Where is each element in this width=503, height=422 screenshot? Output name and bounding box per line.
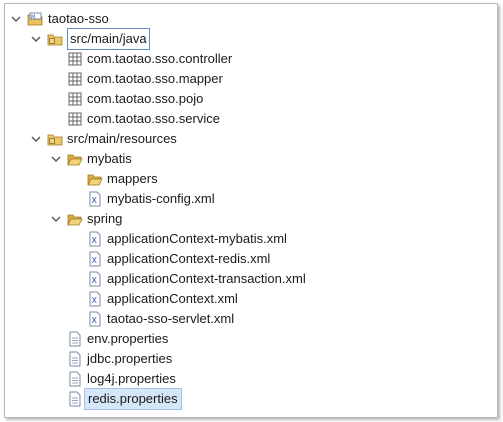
tree-item-folder-mybatis[interactable]: mybatis bbox=[5, 149, 497, 169]
package-label: com.taotao.sso.controller bbox=[87, 51, 233, 66]
tree-item-file[interactable]: jdbc.properties bbox=[5, 349, 497, 369]
tree-item-file[interactable]: log4j.properties bbox=[5, 369, 497, 389]
package-label: com.taotao.sso.mapper bbox=[87, 71, 223, 86]
tree-item-file-selected[interactable]: redis.properties bbox=[5, 388, 497, 410]
tree-item-file[interactable]: env.properties bbox=[5, 329, 497, 349]
properties-file-icon bbox=[69, 331, 81, 347]
package-icon bbox=[68, 112, 82, 126]
file-label: log4j.properties bbox=[87, 371, 176, 386]
project-explorer-panel: M taotao-sso src/main/java com.taotao.ss… bbox=[4, 3, 498, 418]
src-main-resources-label: src/main/resources bbox=[67, 131, 177, 146]
file-label: applicationContext.xml bbox=[107, 291, 238, 306]
svg-text:X: X bbox=[92, 236, 98, 245]
tree-item-folder-spring[interactable]: spring bbox=[5, 209, 497, 229]
tree-item-folder-mappers[interactable]: mappers bbox=[5, 169, 497, 189]
file-label: applicationContext-mybatis.xml bbox=[107, 231, 287, 246]
file-label: applicationContext-transaction.xml bbox=[107, 271, 306, 286]
open-folder-icon bbox=[67, 154, 83, 166]
svg-text:X: X bbox=[92, 276, 98, 285]
file-label: mybatis-config.xml bbox=[107, 191, 215, 206]
chevron-down-icon[interactable] bbox=[51, 214, 61, 224]
project-name: taotao-sso bbox=[48, 11, 109, 26]
tree-item-src-main-resources[interactable]: src/main/resources bbox=[5, 129, 497, 149]
svg-text:M: M bbox=[31, 14, 35, 20]
file-label: taotao-sso-servlet.xml bbox=[107, 311, 235, 326]
package-icon bbox=[68, 52, 82, 66]
xml-file-icon: X bbox=[89, 251, 101, 267]
svg-text:X: X bbox=[92, 196, 98, 205]
package-icon bbox=[68, 92, 82, 106]
source-folder-icon bbox=[47, 34, 63, 46]
tree-item-file[interactable]: X mybatis-config.xml bbox=[5, 189, 497, 209]
file-label: jdbc.properties bbox=[87, 351, 173, 366]
file-label: env.properties bbox=[87, 331, 169, 346]
svg-text:X: X bbox=[92, 316, 98, 325]
tree-item-file[interactable]: X applicationContext-mybatis.xml bbox=[5, 229, 497, 249]
svg-text:X: X bbox=[92, 296, 98, 305]
tree-item-package[interactable]: com.taotao.sso.controller bbox=[5, 49, 497, 69]
open-folder-icon bbox=[87, 174, 103, 186]
file-label: applicationContext-redis.xml bbox=[107, 251, 271, 266]
project-tree: M taotao-sso src/main/java com.taotao.ss… bbox=[5, 4, 497, 417]
folder-label: spring bbox=[87, 211, 123, 226]
package-label: com.taotao.sso.service bbox=[87, 111, 220, 126]
xml-file-icon: X bbox=[89, 271, 101, 287]
tree-item-package[interactable]: com.taotao.sso.pojo bbox=[5, 89, 497, 109]
chevron-down-icon[interactable] bbox=[11, 14, 21, 24]
properties-file-icon bbox=[69, 391, 81, 407]
tree-item-project[interactable]: M taotao-sso bbox=[5, 9, 497, 29]
tree-item-file[interactable]: X applicationContext-transaction.xml bbox=[5, 269, 497, 289]
maven-project-icon: M bbox=[27, 12, 43, 26]
properties-file-icon bbox=[69, 351, 81, 367]
xml-file-icon: X bbox=[89, 231, 101, 247]
tree-item-file[interactable]: X taotao-sso-servlet.xml bbox=[5, 309, 497, 329]
chevron-down-icon[interactable] bbox=[51, 154, 61, 164]
tree-item-src-main-java[interactable]: src/main/java bbox=[5, 28, 497, 50]
package-label: com.taotao.sso.pojo bbox=[87, 91, 204, 106]
source-folder-icon bbox=[47, 134, 63, 146]
svg-text:X: X bbox=[92, 256, 98, 265]
chevron-down-icon[interactable] bbox=[31, 134, 41, 144]
folder-label: mappers bbox=[107, 171, 158, 186]
src-main-java-label: src/main/java bbox=[67, 28, 150, 50]
tree-item-file[interactable]: X applicationContext-redis.xml bbox=[5, 249, 497, 269]
package-icon bbox=[68, 72, 82, 86]
properties-file-icon bbox=[69, 371, 81, 387]
folder-label: mybatis bbox=[87, 151, 132, 166]
file-label: redis.properties bbox=[84, 388, 182, 410]
tree-item-package[interactable]: com.taotao.sso.service bbox=[5, 109, 497, 129]
open-folder-icon bbox=[67, 214, 83, 226]
xml-file-icon: X bbox=[89, 311, 101, 327]
tree-item-package[interactable]: com.taotao.sso.mapper bbox=[5, 69, 497, 89]
xml-file-icon: X bbox=[89, 291, 101, 307]
xml-file-icon: X bbox=[89, 191, 101, 207]
chevron-down-icon[interactable] bbox=[31, 34, 41, 44]
tree-item-file[interactable]: X applicationContext.xml bbox=[5, 289, 497, 309]
